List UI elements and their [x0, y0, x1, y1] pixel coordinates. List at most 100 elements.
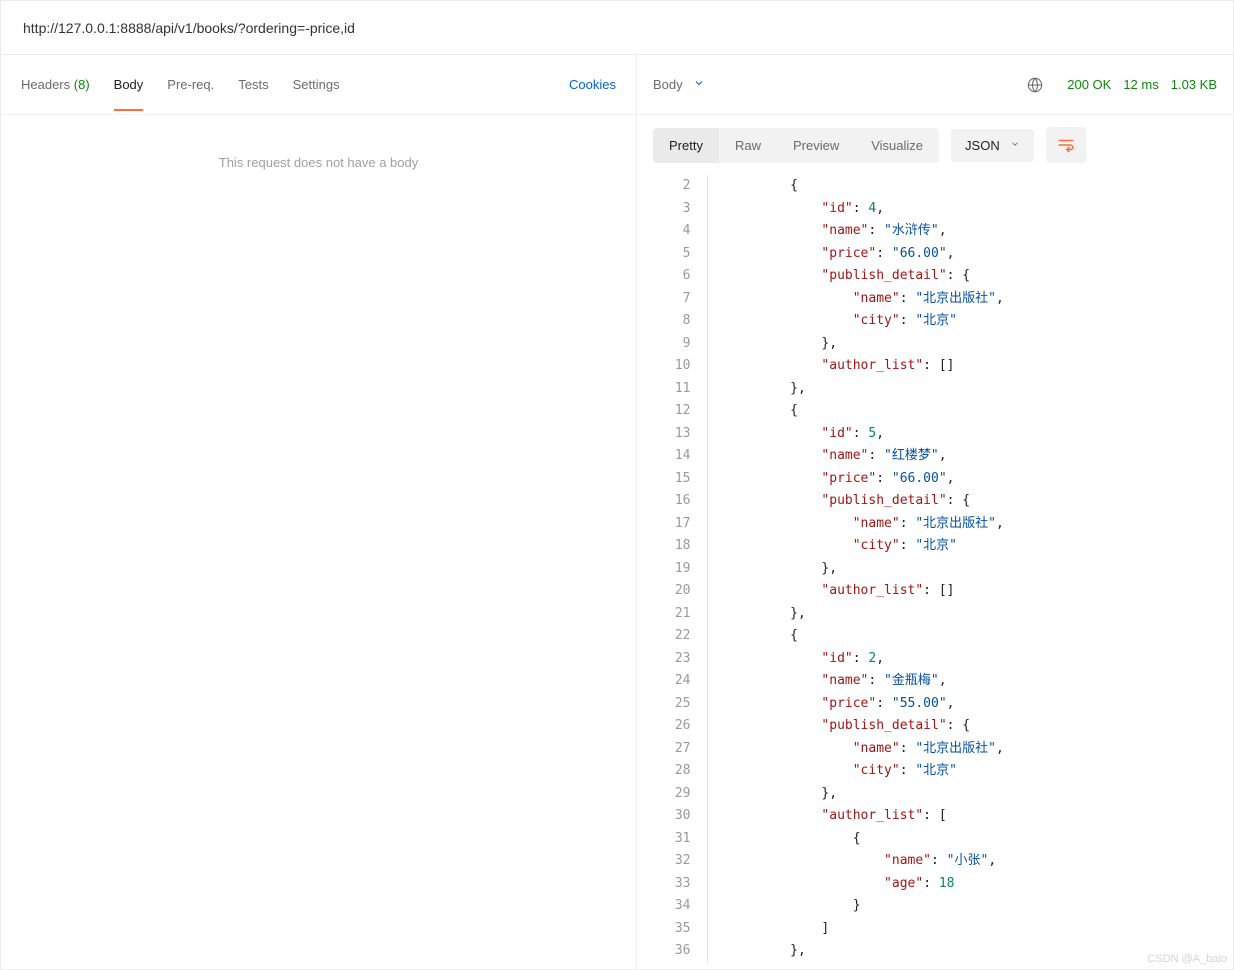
code-content[interactable]: "id": 2,	[707, 648, 1233, 671]
code-content[interactable]: },	[707, 333, 1233, 356]
view-visualize[interactable]: Visualize	[855, 128, 939, 163]
code-line: 4 "name": "水浒传",	[637, 220, 1233, 243]
code-content[interactable]: },	[707, 783, 1233, 806]
format-dropdown[interactable]: JSON	[951, 129, 1034, 162]
line-number: 31	[637, 828, 707, 851]
response-toolbar: Pretty Raw Preview Visualize JSON	[637, 115, 1233, 175]
code-content[interactable]: "id": 4,	[707, 198, 1233, 221]
line-number: 2	[637, 175, 707, 198]
code-line: 22 {	[637, 625, 1233, 648]
code-line: 27 "name": "北京出版社",	[637, 738, 1233, 761]
code-line: 20 "author_list": []	[637, 580, 1233, 603]
code-content[interactable]: },	[707, 603, 1233, 626]
code-line: 19 },	[637, 558, 1233, 581]
code-content[interactable]: {	[707, 400, 1233, 423]
code-content[interactable]: "id": 5,	[707, 423, 1233, 446]
code-content[interactable]: "name": "北京出版社",	[707, 513, 1233, 536]
url-input[interactable]	[23, 20, 1211, 36]
view-preview[interactable]: Preview	[777, 128, 855, 163]
wrap-lines-button[interactable]	[1046, 127, 1086, 163]
code-content[interactable]: "author_list": []	[707, 580, 1233, 603]
code-content[interactable]: "age": 18	[707, 873, 1233, 896]
line-number: 4	[637, 220, 707, 243]
line-number: 17	[637, 513, 707, 536]
line-number: 11	[637, 378, 707, 401]
code-line: 33 "age": 18	[637, 873, 1233, 896]
response-body[interactable]: 2 {3 "id": 4,4 "name": "水浒传",5 "price": …	[637, 175, 1233, 969]
code-content[interactable]: "name": "红楼梦",	[707, 445, 1233, 468]
line-number: 23	[637, 648, 707, 671]
code-content[interactable]: "author_list": [	[707, 805, 1233, 828]
code-content[interactable]: "name": "水浒传",	[707, 220, 1233, 243]
code-content[interactable]: "name": "金瓶梅",	[707, 670, 1233, 693]
tab-body[interactable]: Body	[102, 59, 156, 110]
tab-headers[interactable]: Headers (8)	[9, 59, 102, 110]
code-line: 10 "author_list": []	[637, 355, 1233, 378]
code-content[interactable]: "publish_detail": {	[707, 715, 1233, 738]
code-line: 36 },	[637, 940, 1233, 963]
code-content[interactable]: "price": "55.00",	[707, 693, 1233, 716]
tab-prereq[interactable]: Pre-req.	[155, 59, 226, 110]
code-line: 34 }	[637, 895, 1233, 918]
view-raw[interactable]: Raw	[719, 128, 777, 163]
code-content[interactable]: },	[707, 378, 1233, 401]
code-content[interactable]: }	[707, 895, 1233, 918]
line-number: 29	[637, 783, 707, 806]
code-content[interactable]: "publish_detail": {	[707, 265, 1233, 288]
globe-icon[interactable]	[1027, 77, 1043, 93]
code-line: 14 "name": "红楼梦",	[637, 445, 1233, 468]
code-line: 35 ]	[637, 918, 1233, 941]
code-content[interactable]: "name": "北京出版社",	[707, 738, 1233, 761]
main-panes: Headers (8) Body Pre-req. Tests Settings…	[1, 55, 1233, 969]
line-number: 12	[637, 400, 707, 423]
code-content[interactable]: },	[707, 558, 1233, 581]
response-section-label[interactable]: Body	[653, 77, 683, 92]
code-content[interactable]: {	[707, 625, 1233, 648]
line-number: 27	[637, 738, 707, 761]
code-line: 7 "name": "北京出版社",	[637, 288, 1233, 311]
code-line: 21 },	[637, 603, 1233, 626]
code-line: 24 "name": "金瓶梅",	[637, 670, 1233, 693]
line-number: 26	[637, 715, 707, 738]
code-content[interactable]: {	[707, 828, 1233, 851]
response-size: 1.03 KB	[1171, 77, 1217, 92]
tab-headers-label: Headers	[21, 77, 70, 92]
code-content[interactable]: ]	[707, 918, 1233, 941]
code-line: 12 {	[637, 400, 1233, 423]
code-content[interactable]: "city": "北京"	[707, 310, 1233, 333]
code-content[interactable]: {	[707, 175, 1233, 198]
tab-tests[interactable]: Tests	[226, 59, 280, 110]
view-mode-group: Pretty Raw Preview Visualize	[653, 128, 939, 163]
code-content[interactable]: "name": "小张",	[707, 850, 1233, 873]
line-number: 15	[637, 468, 707, 491]
code-line: 3 "id": 4,	[637, 198, 1233, 221]
format-label: JSON	[965, 138, 1000, 153]
code-content[interactable]: "price": "66.00",	[707, 468, 1233, 491]
code-content[interactable]: "city": "北京"	[707, 535, 1233, 558]
response-header: Body 200 OK 12 ms 1.03 KB	[637, 55, 1233, 115]
response-pane: Body 200 OK 12 ms 1.03 KB Pretty Raw Pre…	[637, 55, 1233, 969]
code-line: 32 "name": "小张",	[637, 850, 1233, 873]
line-number: 18	[637, 535, 707, 558]
code-line: 23 "id": 2,	[637, 648, 1233, 671]
code-content[interactable]: "author_list": []	[707, 355, 1233, 378]
chevron-down-icon[interactable]	[693, 77, 705, 92]
line-number: 6	[637, 265, 707, 288]
code-content[interactable]: "city": "北京"	[707, 760, 1233, 783]
line-number: 30	[637, 805, 707, 828]
watermark: CSDN @A_baio	[1147, 953, 1227, 965]
code-content[interactable]: "name": "北京出版社",	[707, 288, 1233, 311]
line-number: 10	[637, 355, 707, 378]
tab-settings[interactable]: Settings	[281, 59, 352, 110]
view-pretty[interactable]: Pretty	[653, 128, 719, 163]
code-content[interactable]: "publish_detail": {	[707, 490, 1233, 513]
request-pane: Headers (8) Body Pre-req. Tests Settings…	[1, 55, 637, 969]
line-number: 19	[637, 558, 707, 581]
line-number: 20	[637, 580, 707, 603]
line-number: 14	[637, 445, 707, 468]
cookies-link[interactable]: Cookies	[557, 59, 628, 110]
code-content[interactable]: "price": "66.00",	[707, 243, 1233, 266]
url-bar	[1, 1, 1233, 55]
line-number: 34	[637, 895, 707, 918]
chevron-down-icon	[1010, 139, 1020, 152]
